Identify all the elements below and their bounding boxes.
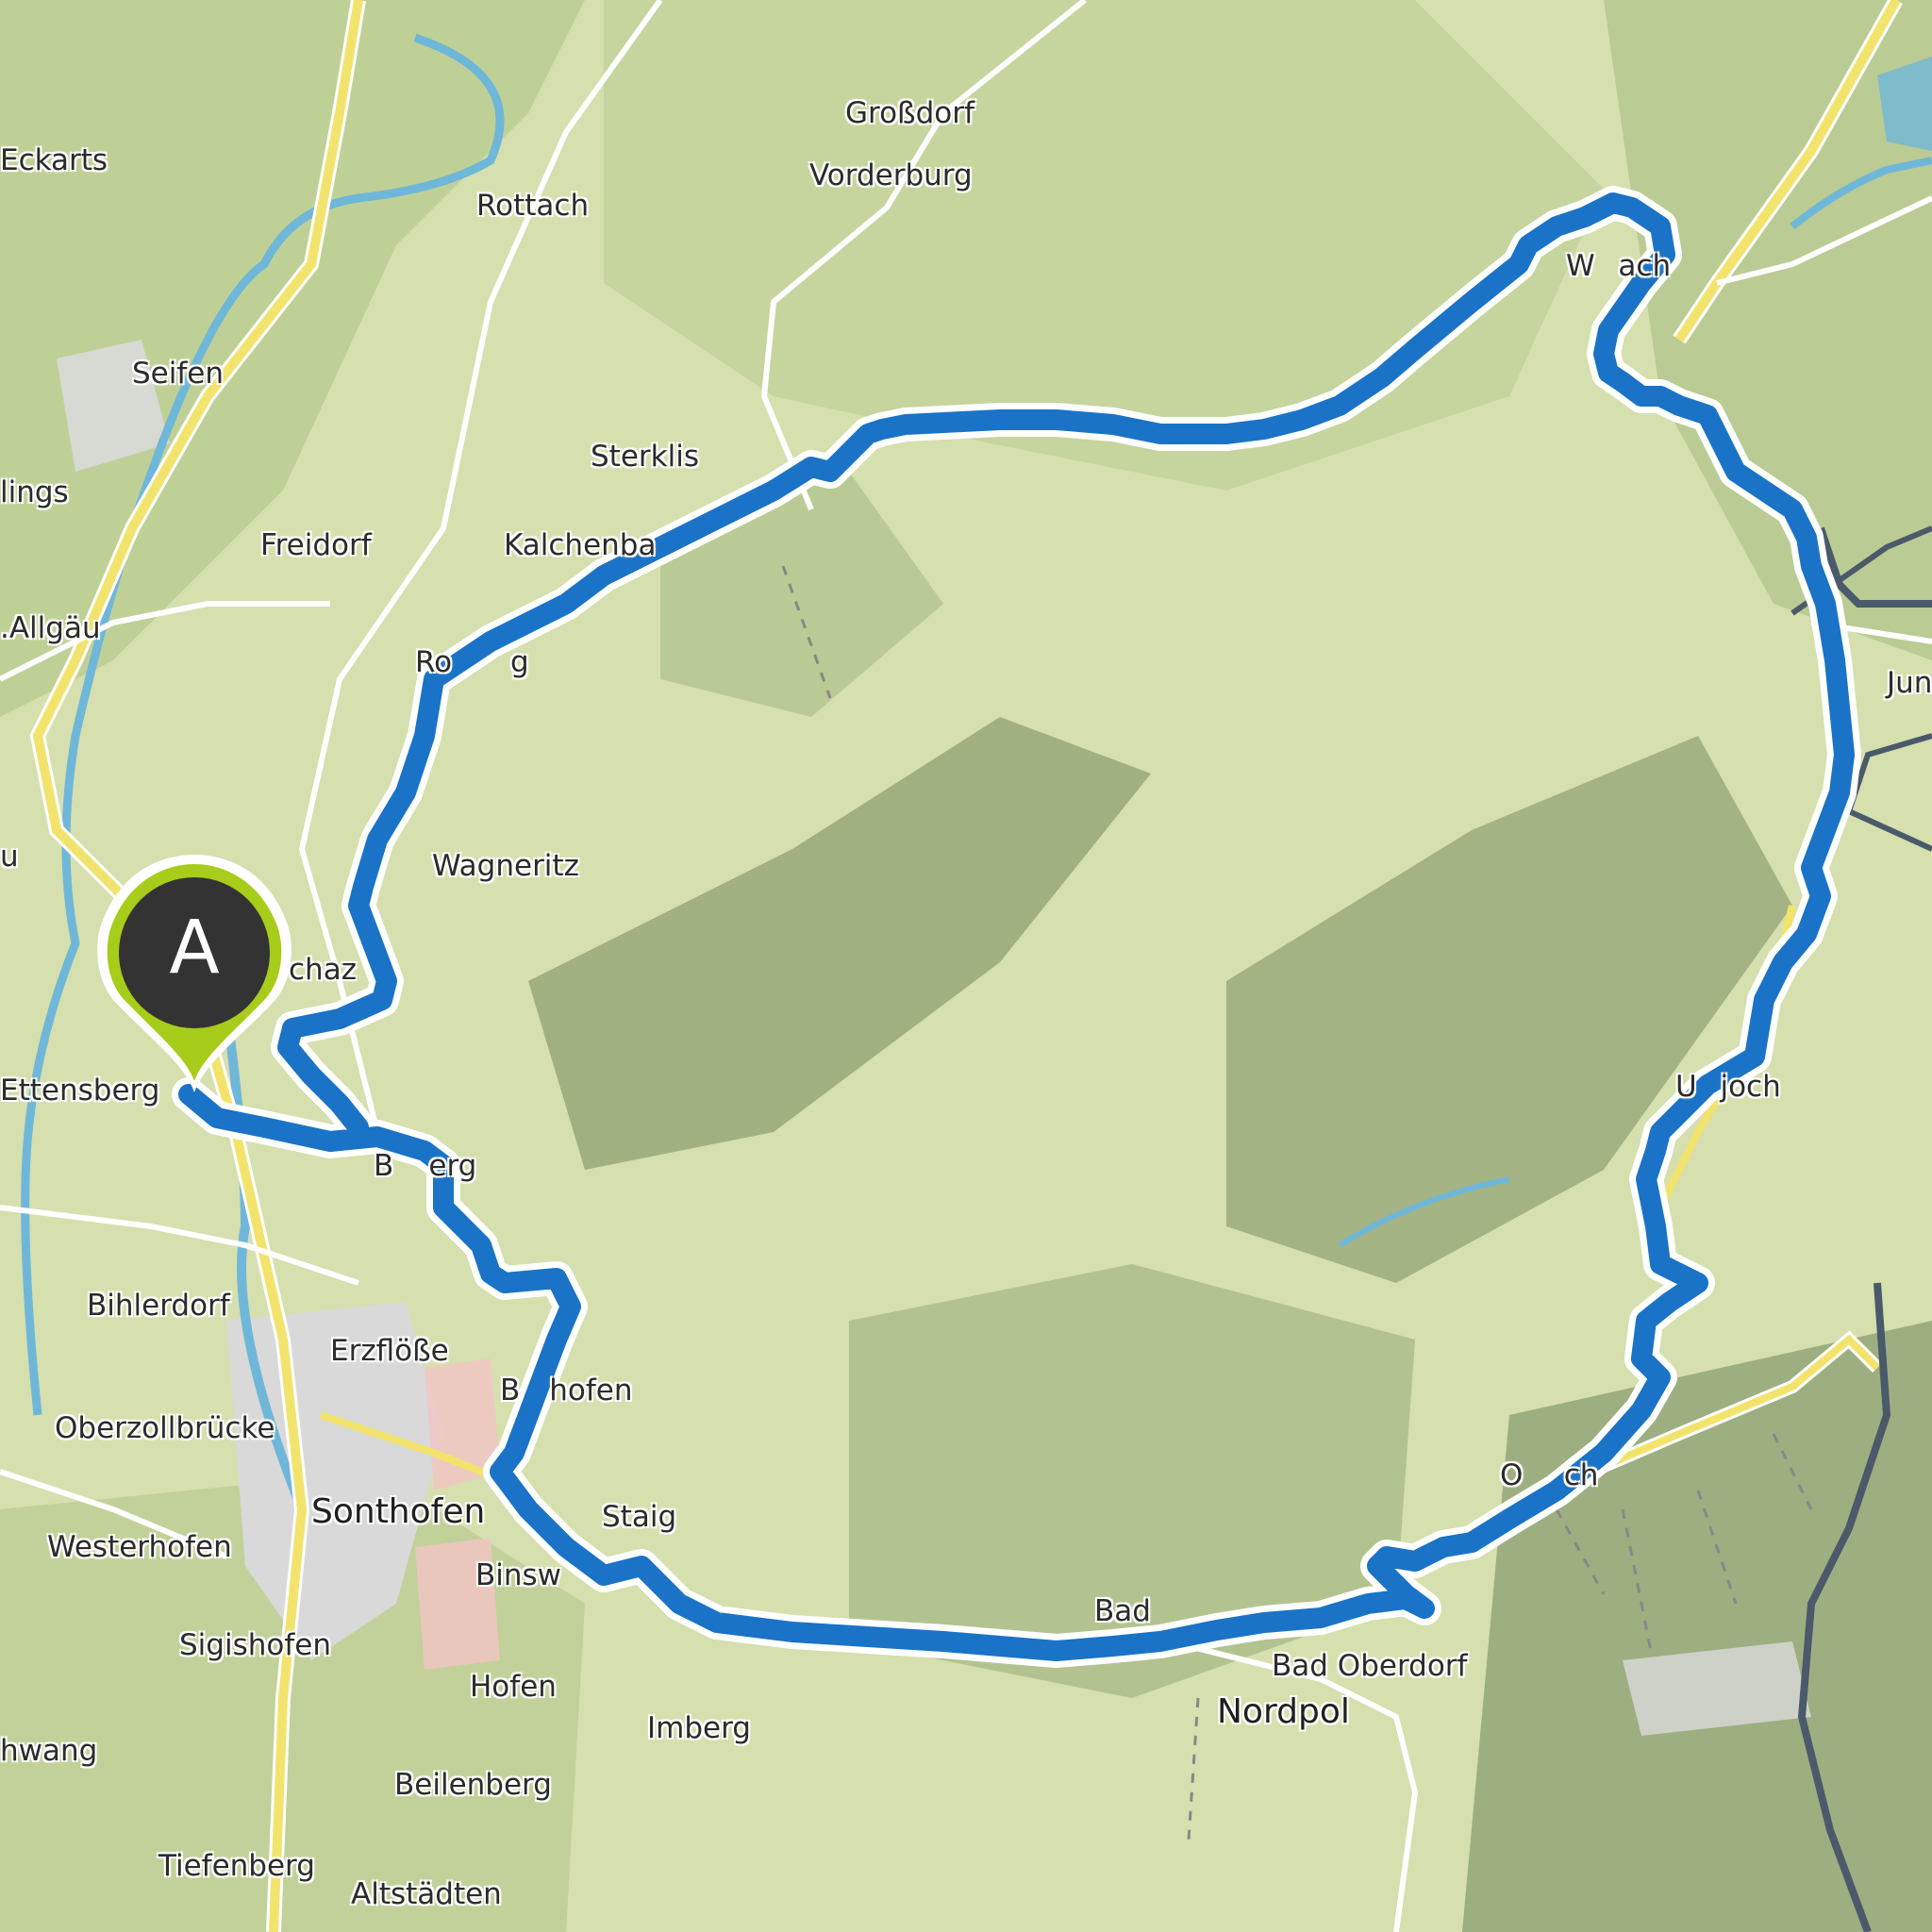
place-label-rossberg: Ro g <box>415 645 529 679</box>
place-label-oberzollbruecke: Oberzollbrücke <box>55 1411 275 1445</box>
place-label-seifen: Seifen <box>132 357 224 391</box>
place-label-rottach: Rottach <box>476 189 590 223</box>
place-label-unterjoch: U joch <box>1675 1070 1781 1104</box>
place-label-imberg: Imberg <box>647 1711 751 1745</box>
place-label-jungholz: Jun <box>1887 666 1932 700</box>
place-label-burghofen: B hofen <box>500 1374 633 1407</box>
place-label-wagneritz: Wagneritz <box>432 849 579 883</box>
place-label-binswangen: Binsw <box>475 1558 562 1592</box>
place-label-tiefenberg: Tiefenberg <box>158 1849 315 1883</box>
place-label-schazwang: chaz <box>289 953 357 987</box>
place-label-sterklis: Sterklis <box>591 440 699 474</box>
place-label-nordpol: Nordpol <box>1217 1692 1350 1731</box>
place-label-kalchenbach: Kalchenba <box>504 528 657 562</box>
place-label-bad-oberdorf: Bad Oberdorf <box>1272 1649 1468 1683</box>
place-label-schwang: hwang <box>0 1734 98 1768</box>
place-label-berg: B erg <box>374 1149 477 1183</box>
route-line[interactable] <box>178 192 1855 1661</box>
place-label-wertach: W ach <box>1566 249 1672 283</box>
place-label-staig: Staig <box>602 1500 677 1534</box>
place-label-sonthofen: Sonthofen <box>311 1492 486 1531</box>
place-label-beilenberg: Beilenberg <box>394 1768 552 1802</box>
place-label-erzfloesse: Erzflöße <box>330 1334 449 1368</box>
place-label-bad-hindelang: Bad <box>1094 1594 1151 1628</box>
place-label-oberjoch: O ch <box>1500 1458 1599 1492</box>
place-label-grossdorf: Großdorf <box>845 96 974 130</box>
start-marker-label: A <box>169 906 220 991</box>
place-label-hofen: Hofen <box>470 1670 557 1704</box>
place-label-altstaedten: Altstädten <box>351 1877 502 1911</box>
place-label-freidorf: Freidorf <box>260 528 372 562</box>
map-canvas[interactable]: Großdorf Vorderburg Eckarts Rottach W ac… <box>0 0 1932 1932</box>
place-label-bihlerdorf: Bihlerdorf <box>87 1289 230 1323</box>
place-label-westerhofen: Westerhofen <box>47 1530 232 1564</box>
start-marker[interactable]: A <box>91 851 298 1098</box>
place-label-allgau: .Allgäu <box>0 611 101 645</box>
place-label-sigishofen: Sigishofen <box>179 1628 331 1662</box>
place-label-vorderburg: Vorderburg <box>809 158 973 192</box>
place-label-eckarts: Eckarts <box>0 143 108 177</box>
place-label-u: u <box>0 840 19 874</box>
place-label-lings: lings <box>0 475 69 509</box>
